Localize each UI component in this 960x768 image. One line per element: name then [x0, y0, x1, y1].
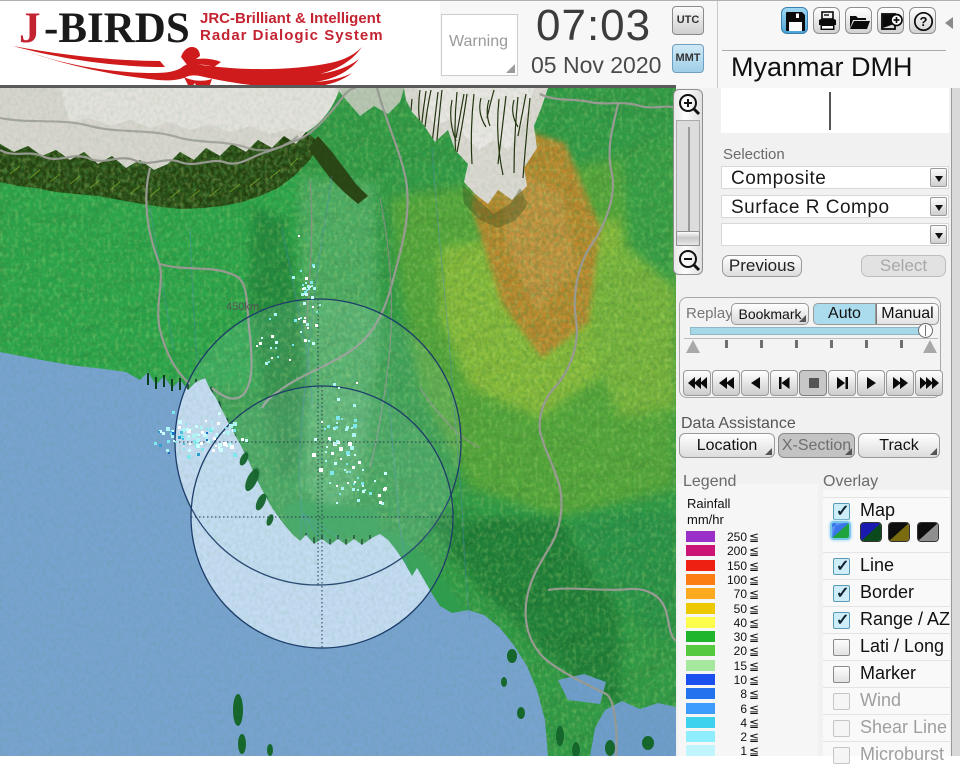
svg-text:-BIRDS: -BIRDS	[44, 5, 190, 52]
svg-text:450km: 450km	[226, 301, 259, 313]
svg-text:J: J	[19, 5, 41, 52]
svg-text:Radar Dialogic System: Radar Dialogic System	[200, 27, 384, 44]
svg-text:JRC-Brilliant & Intelligent: JRC-Brilliant & Intelligent	[200, 10, 381, 27]
svg-text:?: ?	[920, 14, 928, 29]
